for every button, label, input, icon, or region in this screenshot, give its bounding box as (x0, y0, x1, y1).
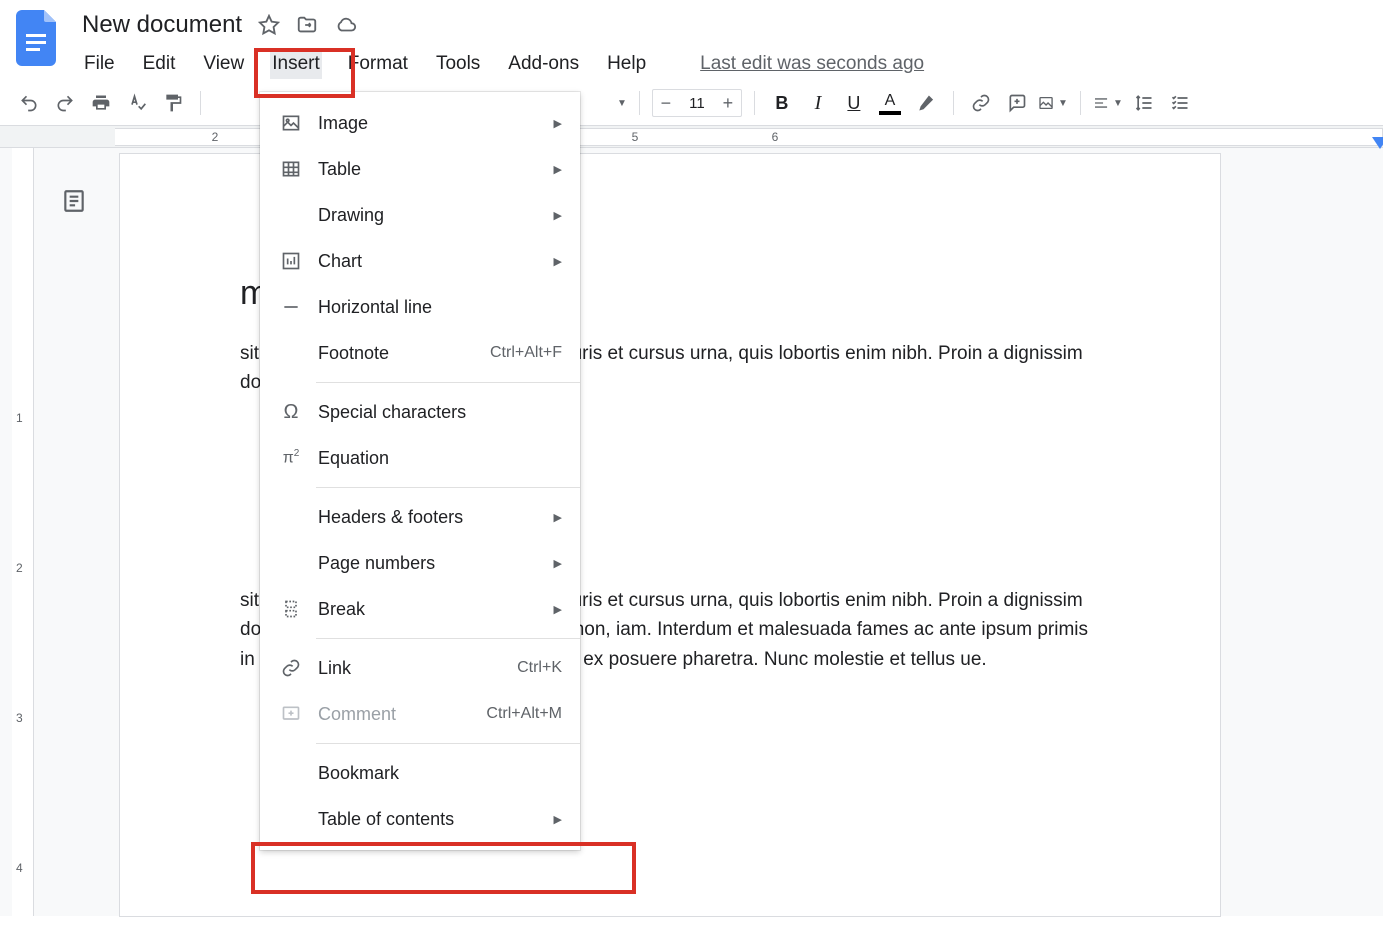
submenu-caret-icon: ▶ (554, 255, 562, 268)
font-size-box: − 11 + (652, 89, 742, 117)
submenu-caret-icon: ▶ (554, 163, 562, 176)
vruler-num: 4 (16, 861, 23, 875)
styles-dropdown-caret[interactable]: ▼ (617, 98, 627, 109)
menu-add-ons[interactable]: Add-ons (506, 49, 581, 79)
submenu-caret-icon: ▶ (554, 813, 562, 826)
font-size-increase[interactable]: + (715, 93, 741, 114)
last-edit-link[interactable]: Last edit was seconds ago (700, 53, 924, 75)
menu-insert[interactable]: Insert (270, 49, 322, 79)
insert-footnote[interactable]: FootnoteCtrl+Alt+F (260, 330, 580, 376)
menu-view[interactable]: View (201, 49, 246, 79)
format-paint-button[interactable] (158, 88, 188, 118)
app-header: New document File Edit View Insert Format Too… (0, 0, 1383, 80)
outline-toggle[interactable] (34, 148, 114, 916)
canvas: 1234 ment sit amet, consectetur adipisci… (0, 148, 1383, 916)
doc-title[interactable]: New document (82, 11, 242, 39)
hr-icon (278, 297, 304, 317)
text-color-button[interactable]: A (875, 88, 905, 118)
submenu-caret-icon: ▶ (554, 557, 562, 570)
add-comment-button[interactable] (1002, 88, 1032, 118)
font-size-value[interactable]: 11 (679, 95, 715, 112)
underline-button[interactable]: U (839, 88, 869, 118)
horizontal-ruler: 23456 (0, 126, 1383, 148)
checklist-button[interactable] (1165, 88, 1195, 118)
vruler-num: 3 (16, 711, 23, 725)
star-icon[interactable] (258, 14, 280, 36)
chart-icon (278, 251, 304, 271)
insert-menu-dropdown: Image▶Table▶Drawing▶Chart▶Horizontal lin… (260, 92, 580, 850)
right-indent-marker[interactable] (1372, 137, 1383, 149)
ruler-num: 5 (632, 130, 639, 144)
ruler-num: 6 (772, 130, 779, 144)
spellcheck-button[interactable] (122, 88, 152, 118)
menu-format[interactable]: Format (346, 49, 410, 79)
docs-logo[interactable] (16, 10, 60, 66)
align-button[interactable]: ▼ (1093, 88, 1123, 118)
redo-button[interactable] (50, 88, 80, 118)
highlight-button[interactable] (911, 88, 941, 118)
submenu-caret-icon: ▶ (554, 117, 562, 130)
vruler-num: 1 (16, 411, 23, 425)
line-spacing-button[interactable] (1129, 88, 1159, 118)
insert-image-button[interactable]: ▼ (1038, 88, 1068, 118)
toolbar: ▼ − 11 + B I U A ▼ ▼ (0, 80, 1383, 126)
submenu-caret-icon: ▶ (554, 603, 562, 616)
link-icon (278, 658, 304, 678)
insert-headers-footers[interactable]: Headers & footers▶ (260, 494, 580, 540)
insert-drawing[interactable]: Drawing▶ (260, 192, 580, 238)
menu-help[interactable]: Help (605, 49, 648, 79)
vertical-ruler: 1 2 3 4 (12, 148, 34, 916)
insert-comment: CommentCtrl+Alt+M (260, 691, 580, 737)
table-icon (278, 159, 304, 179)
insert-table[interactable]: Table▶ (260, 146, 580, 192)
pi-icon: π2 (278, 448, 304, 467)
submenu-caret-icon: ▶ (554, 511, 562, 524)
image-icon (278, 113, 304, 133)
undo-button[interactable] (14, 88, 44, 118)
insert-equation[interactable]: π2Equation (260, 435, 580, 481)
submenu-caret-icon: ▶ (554, 209, 562, 222)
insert-horizontal-line[interactable]: Horizontal line (260, 284, 580, 330)
vruler-num: 2 (16, 561, 23, 575)
insert-link[interactable]: LinkCtrl+K (260, 645, 580, 691)
insert-link-button[interactable] (966, 88, 996, 118)
insert-table-of-contents[interactable]: Table of contents▶ (260, 796, 580, 842)
insert-chart[interactable]: Chart▶ (260, 238, 580, 284)
print-button[interactable] (86, 88, 116, 118)
cloud-status-icon[interactable] (334, 14, 358, 36)
insert-special-characters[interactable]: ΩSpecial characters (260, 389, 580, 435)
move-icon[interactable] (296, 14, 318, 36)
menu-file[interactable]: File (82, 49, 117, 79)
insert-image[interactable]: Image▶ (260, 100, 580, 146)
break-icon (278, 599, 304, 619)
insert-page-numbers[interactable]: Page numbers▶ (260, 540, 580, 586)
italic-button[interactable]: I (803, 88, 833, 118)
comment-icon (278, 704, 304, 724)
insert-break[interactable]: Break▶ (260, 586, 580, 632)
menu-tools[interactable]: Tools (434, 49, 482, 79)
font-size-decrease[interactable]: − (653, 93, 679, 114)
menu-edit[interactable]: Edit (141, 49, 178, 79)
bold-button[interactable]: B (767, 88, 797, 118)
omega-icon: Ω (278, 401, 304, 424)
menu-bar: File Edit View Insert Format Tools Add-ons Help… (82, 48, 1367, 80)
insert-bookmark[interactable]: Bookmark (260, 750, 580, 796)
ruler-num: 2 (212, 130, 219, 144)
